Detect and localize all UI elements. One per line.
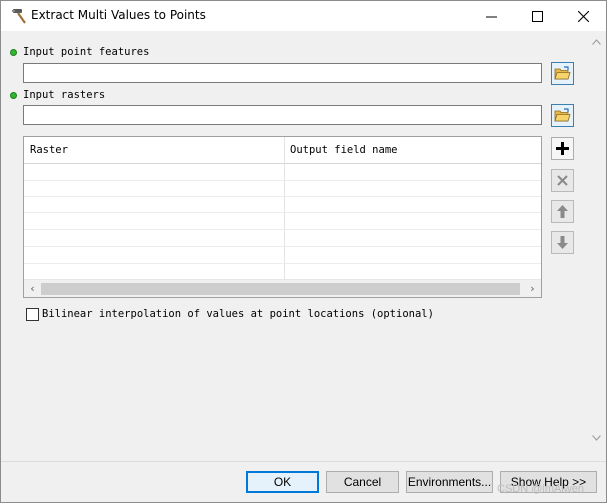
dialog-window: Extract Multi Values to Points Input poi… — [0, 0, 607, 503]
table-row[interactable] — [24, 180, 541, 181]
dialog-footer: OK Cancel Environments... Show Help >> — [1, 461, 606, 502]
table-row[interactable] — [24, 196, 541, 197]
minimize-button[interactable] — [468, 1, 514, 31]
table-row[interactable] — [24, 263, 541, 264]
input-rasters-label: Input rasters — [23, 89, 106, 101]
close-icon — [577, 10, 589, 22]
move-down-button[interactable] — [551, 231, 574, 254]
title-bar[interactable]: Extract Multi Values to Points — [1, 1, 606, 31]
move-up-button[interactable] — [551, 200, 574, 223]
table-row[interactable] — [24, 246, 541, 247]
input-rasters-field[interactable] — [23, 105, 542, 125]
bilinear-interpolation-label[interactable]: Bilinear interpolation of values at poin… — [42, 308, 434, 320]
input-point-features-label: Input point features — [23, 46, 150, 58]
horizontal-scroll-thumb[interactable] — [41, 283, 520, 295]
column-header-output-field-name[interactable]: Output field name — [290, 144, 397, 156]
plus-icon — [556, 142, 569, 155]
environments-button[interactable]: Environments... — [406, 471, 493, 493]
add-row-button[interactable] — [551, 137, 574, 160]
arrow-up-icon — [557, 205, 568, 218]
parameters-panel: Input point features Input rasters Raste… — [1, 31, 606, 461]
column-header-raster[interactable]: Raster — [30, 144, 68, 156]
scroll-up-icon[interactable] — [587, 33, 606, 50]
browse-rasters-button[interactable] — [551, 104, 574, 127]
close-button[interactable] — [560, 1, 606, 31]
browse-point-features-button[interactable] — [551, 62, 574, 85]
vertical-scrollbar[interactable] — [587, 31, 606, 461]
x-icon — [557, 175, 568, 186]
required-indicator-icon — [10, 92, 17, 99]
table-row[interactable] — [24, 229, 541, 230]
remove-row-button[interactable] — [551, 169, 574, 192]
column-divider — [284, 137, 285, 279]
minimize-icon — [485, 16, 497, 17]
scroll-right-icon[interactable]: › — [524, 280, 541, 297]
window-title: Extract Multi Values to Points — [31, 8, 206, 22]
open-folder-icon — [554, 108, 571, 122]
hammer-icon — [10, 7, 28, 25]
arrow-down-icon — [557, 236, 568, 249]
cancel-button[interactable]: Cancel — [326, 471, 399, 493]
scroll-left-icon[interactable]: ‹ — [24, 280, 41, 297]
raster-table[interactable]: Raster Output field name ‹ › — [23, 136, 542, 298]
scroll-down-icon[interactable] — [587, 429, 606, 446]
ok-button[interactable]: OK — [246, 471, 319, 493]
table-header: Raster Output field name — [24, 137, 541, 164]
watermark-text: CSDN @lmAlwen — [497, 483, 584, 495]
horizontal-scrollbar[interactable]: ‹ › — [24, 279, 541, 297]
maximize-icon — [531, 10, 543, 22]
bilinear-interpolation-checkbox[interactable] — [26, 308, 39, 321]
table-row[interactable] — [24, 212, 541, 213]
open-folder-icon — [554, 66, 571, 80]
required-indicator-icon — [10, 49, 17, 56]
maximize-button[interactable] — [514, 1, 560, 31]
input-point-features-field[interactable] — [23, 63, 542, 83]
